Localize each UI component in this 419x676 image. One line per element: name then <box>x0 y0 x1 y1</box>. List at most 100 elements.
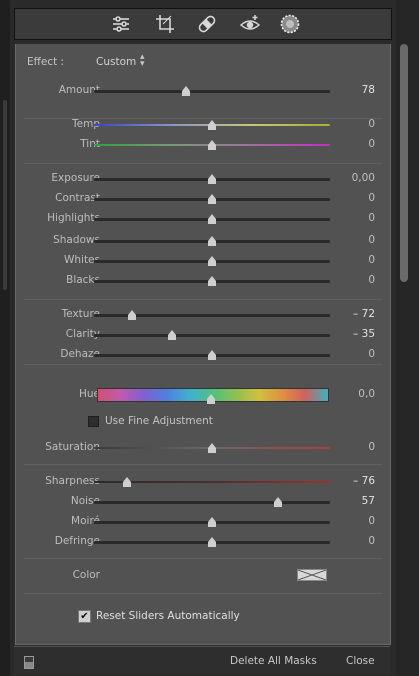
blacks-slider-thumb[interactable] <box>208 276 216 286</box>
shadows-slider-track[interactable] <box>94 236 330 246</box>
hue-slider-thumb[interactable] <box>207 394 215 404</box>
dropdown-arrows-icon[interactable]: ▴ ▾ <box>140 53 145 69</box>
color-swatch[interactable] <box>297 569 327 581</box>
hue-value[interactable]: 0,0 <box>358 388 375 400</box>
temp-slider-thumb[interactable] <box>208 120 216 130</box>
clarity-slider-thumb[interactable] <box>167 330 176 340</box>
texture-value[interactable]: – 72 <box>353 308 375 320</box>
noise-slider-thumb[interactable] <box>274 497 283 507</box>
dehaze-value[interactable]: 0 <box>368 348 375 360</box>
amount-slider-row: Amount 78 <box>16 83 390 99</box>
noise-value[interactable]: 57 <box>362 495 375 507</box>
sharpness-label: Sharpness <box>45 475 100 487</box>
highlights-slider-track[interactable] <box>94 214 330 224</box>
tint-slider-track[interactable] <box>94 140 330 150</box>
whites-slider-thumb[interactable] <box>208 256 216 266</box>
contrast-slider-row: Contrast 0 <box>16 191 390 207</box>
sliders-icon[interactable] <box>109 12 133 36</box>
moir-value[interactable]: 0 <box>368 515 375 527</box>
section-divider <box>24 163 382 164</box>
panel-toggle-switch[interactable] <box>24 656 34 669</box>
tint-slider-row: Tint 0 <box>16 137 390 153</box>
sharpness-slider-thumb[interactable] <box>123 477 132 487</box>
fine-adjustment-label: Use Fine Adjustment <box>105 415 213 427</box>
amount-slider-thumb[interactable] <box>182 86 191 96</box>
amount-slider-track[interactable] <box>94 86 330 96</box>
shadows-value[interactable]: 0 <box>368 234 375 246</box>
blacks-value[interactable]: 0 <box>368 274 375 286</box>
noise-slider-track[interactable] <box>94 497 330 507</box>
tint-slider-thumb[interactable] <box>208 140 216 150</box>
whites-value[interactable]: 0 <box>368 254 375 266</box>
moir-slider-thumb[interactable] <box>208 517 216 527</box>
color-row: Color <box>16 568 390 584</box>
reset-sliders-checkbox[interactable]: ✔ <box>78 610 91 623</box>
sharpness-slider-track[interactable] <box>94 477 330 487</box>
shadows-label: Shadows <box>53 234 100 246</box>
color-label: Color <box>72 569 100 581</box>
shadows-slider-thumb[interactable] <box>208 236 216 246</box>
shadows-slider-row: Shadows 0 <box>16 233 390 249</box>
blacks-slider-track[interactable] <box>94 276 330 286</box>
section-divider <box>24 299 382 300</box>
defringe-slider-track[interactable] <box>94 537 330 547</box>
exposure-value[interactable]: 0,00 <box>352 172 375 184</box>
tint-value[interactable]: 0 <box>368 138 375 150</box>
amount-value[interactable]: 78 <box>362 84 375 96</box>
highlights-value[interactable]: 0 <box>368 212 375 224</box>
masking-icon[interactable] <box>278 12 302 36</box>
effect-label: Effect : <box>27 56 65 68</box>
saturation-slider-row: Saturation 0 <box>16 440 390 456</box>
temp-value[interactable]: 0 <box>368 118 375 130</box>
close-button[interactable]: Close <box>346 655 375 667</box>
dehaze-slider-row: Dehaze 0 <box>16 347 390 363</box>
highlights-label: Highlights <box>47 212 100 224</box>
fine-adjustment-checkbox[interactable] <box>88 416 99 427</box>
saturation-label: Saturation <box>45 441 100 453</box>
crop-icon[interactable] <box>153 12 177 36</box>
exposure-slider-track[interactable] <box>94 174 330 184</box>
exposure-label: Exposure <box>51 172 100 184</box>
section-divider <box>24 118 382 119</box>
section-divider <box>24 593 382 594</box>
contrast-value[interactable]: 0 <box>368 192 375 204</box>
section-divider <box>24 558 382 559</box>
texture-slider-track[interactable] <box>94 310 330 320</box>
dehaze-slider-thumb[interactable] <box>208 350 216 360</box>
clarity-slider-row: Clarity – 35 <box>16 327 390 343</box>
temp-slider-track[interactable] <box>94 120 330 130</box>
clarity-slider-track[interactable] <box>94 330 330 340</box>
whites-slider-row: Whites 0 <box>16 253 390 269</box>
left-scrollbar[interactable] <box>3 100 7 290</box>
sharpness-value[interactable]: – 76 <box>353 475 375 487</box>
clarity-value[interactable]: – 35 <box>353 328 375 340</box>
local-adjustment-panel: Effect : Custom ▴ ▾ Amount 78 Temp 0 Tint 0 Exp… <box>15 44 391 645</box>
highlights-slider-thumb[interactable] <box>208 214 216 224</box>
saturation-slider-thumb[interactable] <box>208 443 216 453</box>
saturation-slider-track[interactable] <box>94 443 330 453</box>
contrast-slider-thumb[interactable] <box>208 194 216 204</box>
exposure-slider-row: Exposure 0,00 <box>16 171 390 187</box>
defringe-slider-thumb[interactable] <box>208 537 216 547</box>
texture-slider-thumb[interactable] <box>127 310 136 320</box>
contrast-slider-track[interactable] <box>94 194 330 204</box>
moir-slider-row: Moiré 0 <box>16 514 390 530</box>
temp-slider-row: Temp 0 <box>16 117 390 133</box>
right-scrollbar[interactable] <box>400 44 408 282</box>
defringe-value[interactable]: 0 <box>368 535 375 547</box>
tool-strip <box>14 8 392 40</box>
red-eye-icon[interactable] <box>238 12 262 36</box>
saturation-value[interactable]: 0 <box>368 441 375 453</box>
moir-slider-track[interactable] <box>94 517 330 527</box>
effect-preset-dropdown[interactable]: Custom <box>96 56 136 68</box>
right-panel-edge <box>396 0 419 676</box>
section-divider <box>24 464 382 465</box>
dehaze-slider-track[interactable] <box>94 350 330 360</box>
delete-all-masks-button[interactable]: Delete All Masks <box>230 655 317 667</box>
healing-bandage-icon[interactable] <box>195 12 219 36</box>
exposure-slider-thumb[interactable] <box>208 174 216 184</box>
highlights-slider-row: Highlights 0 <box>16 211 390 227</box>
reset-sliders-label: Reset Sliders Automatically <box>96 610 240 622</box>
whites-slider-track[interactable] <box>94 256 330 266</box>
panel-footer: Delete All Masks Close <box>14 646 390 675</box>
